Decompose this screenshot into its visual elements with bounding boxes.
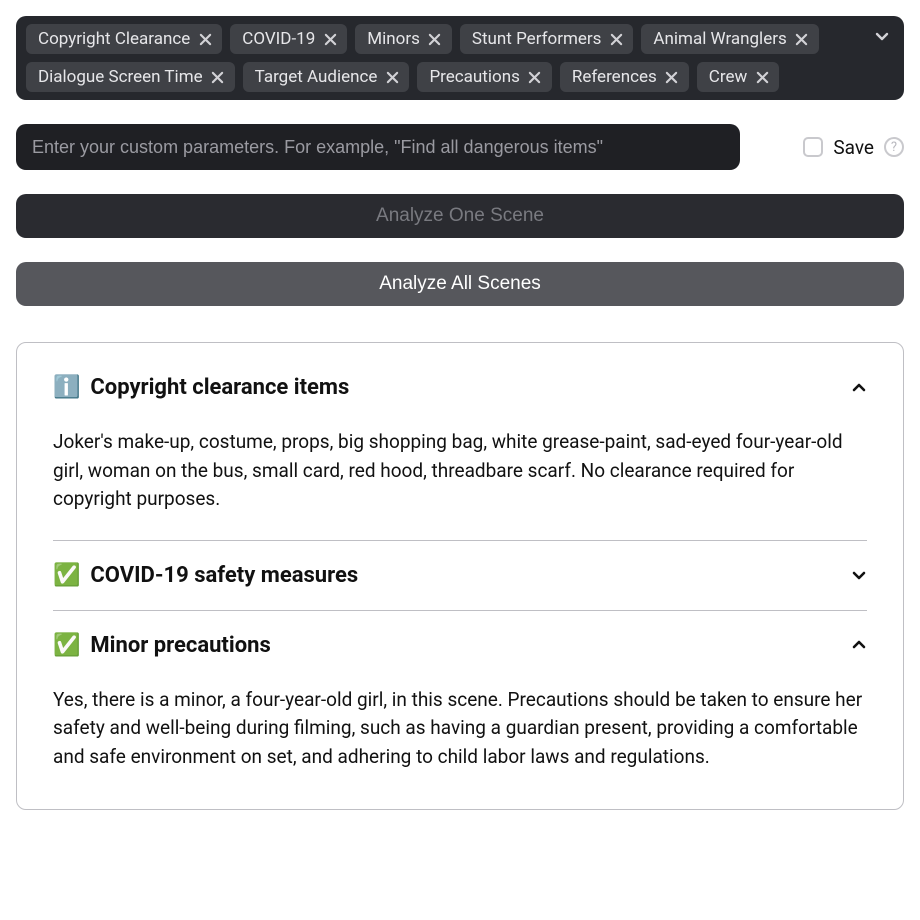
- input-row: Save ?: [16, 124, 904, 170]
- tag-label: Minors: [367, 29, 420, 49]
- tag-label: Dialogue Screen Time: [38, 67, 203, 87]
- accordion-body: Yes, there is a minor, a four-year-old g…: [53, 680, 867, 798]
- save-group: Save ?: [803, 136, 904, 159]
- accordion-title: COVID-19 safety measures: [90, 563, 358, 588]
- accordion-body: Joker's make-up, costume, props, big sho…: [53, 422, 867, 540]
- save-checkbox[interactable]: [803, 137, 823, 157]
- accordion-item: ℹ️ Copyright clearance items Joker's make-…: [53, 367, 867, 541]
- close-icon[interactable]: [665, 70, 679, 84]
- tag-label: COVID-19: [242, 29, 315, 49]
- accordion-header[interactable]: ✅ COVID-19 safety measures: [53, 541, 867, 610]
- tag-label: References: [572, 67, 657, 87]
- results-panel: ℹ️ Copyright clearance items Joker's make-…: [16, 342, 904, 810]
- tag-label: Target Audience: [255, 67, 378, 87]
- tag-chip[interactable]: Crew: [697, 62, 779, 92]
- accordion-header[interactable]: ℹ️ Copyright clearance items: [53, 367, 867, 422]
- tag-bar: Copyright Clearance COVID-19 Minors Stunt P…: [16, 16, 904, 100]
- close-icon[interactable]: [323, 32, 337, 46]
- tag-chip[interactable]: Precautions: [417, 62, 551, 92]
- accordion-title: Copyright clearance items: [90, 375, 349, 400]
- tag-chip[interactable]: Minors: [355, 24, 452, 54]
- chevron-up-icon[interactable]: [851, 380, 867, 396]
- accordion-item: ✅ COVID-19 safety measures: [53, 541, 867, 611]
- help-icon[interactable]: ?: [884, 137, 904, 157]
- accordion-item: ✅ Minor precautions Yes, there is a minor,…: [53, 611, 867, 798]
- custom-parameters-input[interactable]: [16, 124, 740, 170]
- accordion-header[interactable]: ✅ Minor precautions: [53, 611, 867, 680]
- tag-label: Stunt Performers: [472, 29, 602, 49]
- tag-chip[interactable]: Dialogue Screen Time: [26, 62, 235, 92]
- save-label: Save: [833, 136, 874, 159]
- close-icon[interactable]: [428, 32, 442, 46]
- tag-label: Precautions: [429, 67, 519, 87]
- close-icon[interactable]: [211, 70, 225, 84]
- info-icon: ℹ️: [53, 375, 80, 400]
- tag-chip[interactable]: Animal Wranglers: [641, 24, 818, 54]
- close-icon[interactable]: [528, 70, 542, 84]
- tag-chip[interactable]: Copyright Clearance: [26, 24, 222, 54]
- tags-expand-button[interactable]: [874, 28, 890, 44]
- tag-chip[interactable]: References: [560, 62, 689, 92]
- analyze-all-scenes-button[interactable]: Analyze All Scenes: [16, 262, 904, 306]
- chevron-down-icon[interactable]: [851, 567, 867, 583]
- tag-label: Copyright Clearance: [38, 29, 190, 49]
- check-icon: ✅: [53, 563, 80, 588]
- tag-label: Crew: [709, 67, 747, 87]
- chevron-up-icon[interactable]: [851, 637, 867, 653]
- close-icon[interactable]: [795, 32, 809, 46]
- close-icon[interactable]: [385, 70, 399, 84]
- tag-chip[interactable]: Target Audience: [243, 62, 410, 92]
- close-icon[interactable]: [198, 32, 212, 46]
- tag-label: Animal Wranglers: [653, 29, 786, 49]
- tag-chip[interactable]: Stunt Performers: [460, 24, 634, 54]
- close-icon[interactable]: [609, 32, 623, 46]
- close-icon[interactable]: [755, 70, 769, 84]
- analyze-one-scene-button[interactable]: Analyze One Scene: [16, 194, 904, 238]
- check-icon: ✅: [53, 633, 80, 658]
- accordion-title: Minor precautions: [90, 633, 270, 658]
- tag-chip[interactable]: COVID-19: [230, 24, 347, 54]
